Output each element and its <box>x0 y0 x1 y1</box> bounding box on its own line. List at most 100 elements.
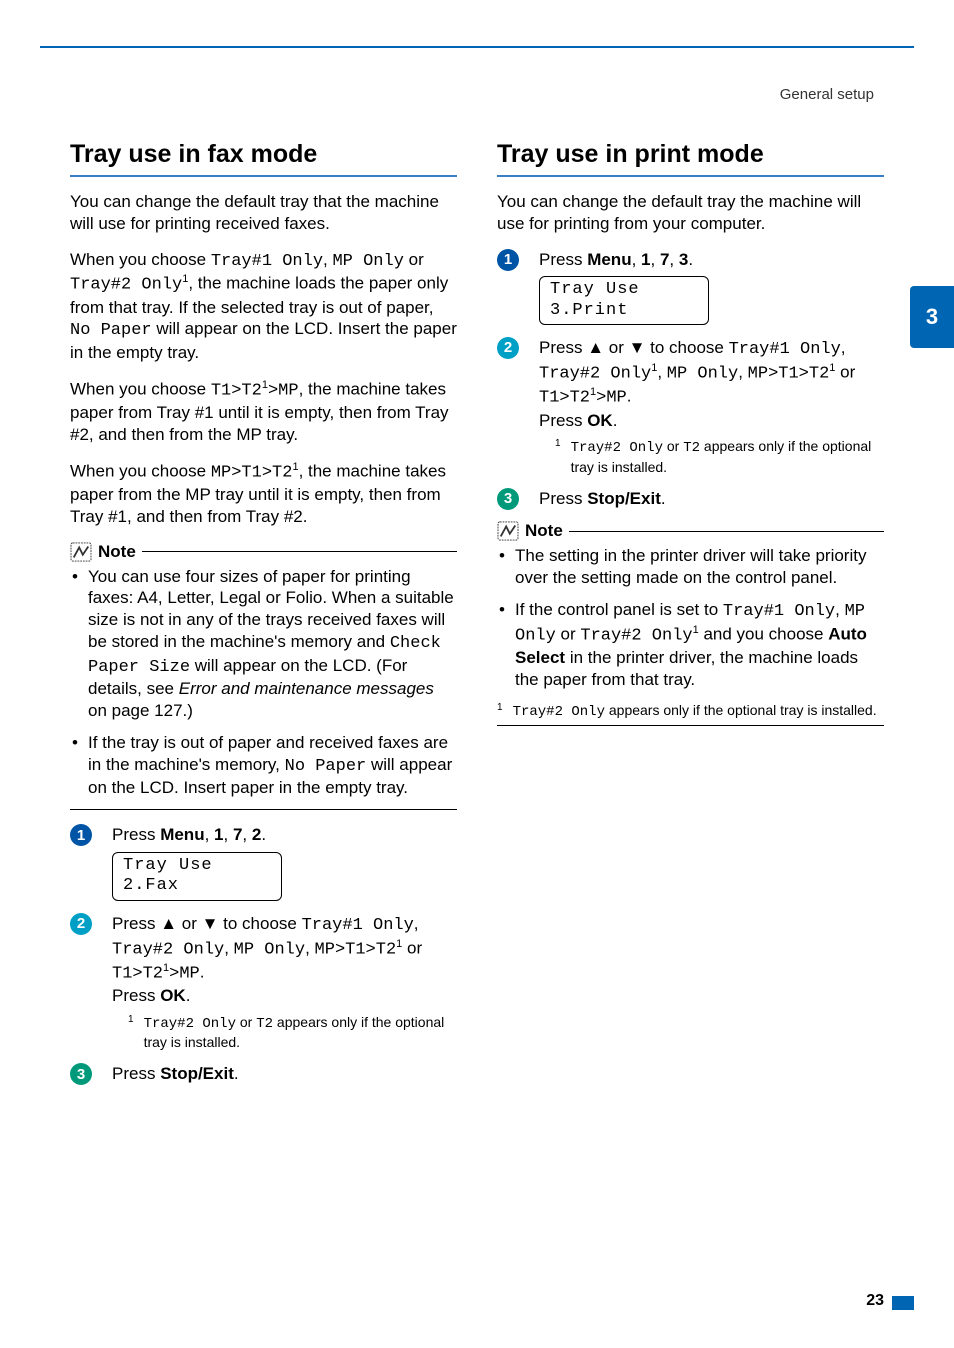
t: . <box>627 387 632 406</box>
t: Press <box>112 1064 160 1083</box>
code: MP Only <box>667 364 738 383</box>
lcd-line: 3.Print <box>550 301 628 320</box>
footnote: 1 Tray#2 Only or T2 appears only if the … <box>128 1013 457 1051</box>
key: Stop/Exit <box>587 489 661 508</box>
t: , <box>305 938 314 957</box>
note-item: The setting in the printer driver will t… <box>497 545 884 589</box>
note-rule <box>569 531 884 532</box>
t: or <box>663 438 683 454</box>
lcd-display: Tray Use 3.Print <box>539 276 709 325</box>
step-number-icon: 3 <box>497 488 519 510</box>
code: T1>T2 <box>539 389 590 408</box>
code: MP Only <box>332 252 403 271</box>
top-rule <box>40 46 914 48</box>
t: or <box>835 362 855 381</box>
heading-fax: Tray use in fax mode <box>70 140 457 169</box>
t: , <box>224 938 233 957</box>
t: . <box>261 825 266 844</box>
t: Press <box>539 411 587 430</box>
heading-print: Tray use in print mode <box>497 140 884 169</box>
xref: Error and maintenance messages <box>179 679 434 698</box>
note-header: Note <box>70 542 457 562</box>
code: >MP <box>268 382 299 401</box>
key: 7 <box>233 825 242 844</box>
t: Press <box>539 338 587 357</box>
footnote-text: Tray#2 Only or T2 appears only if the op… <box>144 1013 457 1051</box>
key: 3 <box>679 250 688 269</box>
code: Tray#2 Only <box>144 1016 236 1032</box>
code: Tray#1 Only <box>723 602 835 621</box>
page-number-bar <box>892 1296 914 1310</box>
right-intro: You can change the default tray the mach… <box>497 191 884 235</box>
note-header: Note <box>497 521 884 541</box>
page-number: 23 <box>866 1292 884 1310</box>
note-item: If the tray is out of paper and received… <box>70 732 457 799</box>
code: MP>T1>T2 <box>315 940 397 959</box>
t: . <box>613 411 618 430</box>
t: If the control panel is set to <box>515 600 723 619</box>
note-end-rule <box>497 725 884 726</box>
step-3: 3 Press Stop/Exit. <box>70 1063 457 1085</box>
note-icon <box>70 542 92 562</box>
key: Menu <box>160 825 204 844</box>
t: When you choose <box>70 461 211 480</box>
step-number-icon: 3 <box>70 1063 92 1085</box>
key: Stop/Exit <box>160 1064 234 1083</box>
up-arrow-icon: ▲ <box>160 914 177 933</box>
code: >MP <box>169 965 200 984</box>
chapter-tab: 3 <box>910 286 954 348</box>
left-intro: You can change the default tray that the… <box>70 191 457 235</box>
t: , <box>841 338 846 357</box>
code: No Paper <box>70 321 152 340</box>
t: Press <box>112 914 160 933</box>
step-number-icon: 1 <box>497 249 519 271</box>
lcd-line: Tray Use <box>123 856 213 875</box>
t: or <box>556 624 581 643</box>
t: Press <box>112 825 160 844</box>
t: Press <box>539 489 587 508</box>
heading-rule <box>70 175 457 177</box>
t: or <box>177 914 202 933</box>
lcd-line: Tray Use <box>550 280 640 299</box>
code: MP Only <box>234 940 305 959</box>
t: , <box>632 250 641 269</box>
note-item: If the control panel is set to Tray#1 On… <box>497 599 884 691</box>
code: Tray#2 Only <box>513 704 605 720</box>
down-arrow-icon: ▼ <box>202 914 219 933</box>
code: Tray#2 Only <box>70 276 182 295</box>
note-label: Note <box>525 521 563 541</box>
lcd-display: Tray Use 2.Fax <box>112 852 282 901</box>
t: Press <box>112 986 160 1005</box>
t: , <box>205 825 214 844</box>
step-2: 2 Press ▲ or ▼ to choose Tray#1 Only, Tr… <box>70 913 457 1052</box>
code: T1>T2 <box>211 382 262 401</box>
t: When you choose <box>70 250 211 269</box>
step-2: 2 Press ▲ or ▼ to choose Tray#1 Only, Tr… <box>497 337 884 476</box>
step-number-icon: 2 <box>70 913 92 935</box>
t: , <box>657 362 666 381</box>
step-number-icon: 2 <box>497 337 519 359</box>
t: and you choose <box>699 624 828 643</box>
key: 7 <box>660 250 669 269</box>
code: Tray#2 Only <box>571 440 663 456</box>
t: . <box>186 986 191 1005</box>
note-end-rule <box>70 809 457 810</box>
footnote-text: Tray#2 Only or T2 appears only if the op… <box>571 437 884 475</box>
note-icon <box>497 521 519 541</box>
code: Tray#1 Only <box>729 340 841 359</box>
t: When you choose <box>70 380 211 399</box>
code: Tray#1 Only <box>211 252 323 271</box>
footnote-text: Tray#2 Only appears only if the optional… <box>513 701 877 721</box>
heading-rule <box>497 175 884 177</box>
t: . <box>688 250 693 269</box>
key: OK <box>160 986 186 1005</box>
key: Menu <box>587 250 631 269</box>
code: T2 <box>683 440 700 456</box>
t: . <box>200 963 205 982</box>
code: MP>T1>T2 <box>748 364 830 383</box>
note-item: You can use four sizes of paper for prin… <box>70 566 457 722</box>
footnote-mark: 1 <box>128 1013 134 1051</box>
t: to choose <box>645 338 728 357</box>
t: to choose <box>218 914 301 933</box>
code: Tray#2 Only <box>539 364 651 383</box>
